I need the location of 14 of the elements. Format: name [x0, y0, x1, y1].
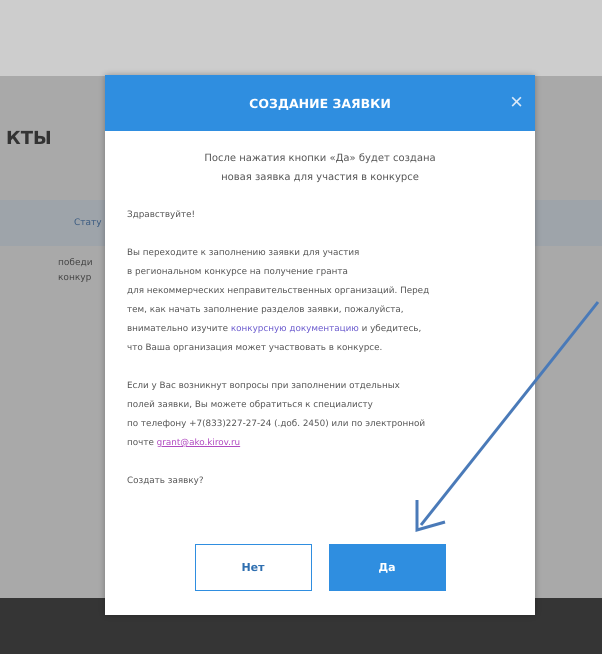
dialog-title: СОЗДАНИЕ ЗАЯВКИ	[249, 96, 391, 110]
close-button[interactable]: ×	[510, 91, 523, 113]
documentation-link[interactable]: конкурсную документацию	[230, 324, 359, 334]
email-link[interactable]: grant@ako.kirov.ru	[156, 438, 240, 448]
question-text: Создать заявку?	[127, 475, 205, 488]
yes-button[interactable]: Да	[328, 544, 446, 591]
contact-paragraph: Если у Вас возникнут вопросы при заполнении отдельных полей заявки, Вы можете обратиться к специалисту по телефону +7(833)227-27-24 (.доб. 2450) или по электронной почте grant@ako.kirov.ru	[127, 380, 426, 450]
page-heading: КТЫ	[6, 128, 52, 151]
table-cell: победи конкур	[58, 258, 93, 284]
intro-text: После нажатия кнопки «Да» будет создана новая заявка для участия в конкурсе	[203, 152, 437, 185]
info-paragraph: Вы переходите к заполнению заявки для участия в региональном конкурсе на получение гранта для некоммерческих неправительственных организаций. Перед тем, как начать заполнение разделов заявки, пожалуйста, внимательно изучите конкурсную документацию и убедитесь, что Ваша организация может участвовать в конкурсе.	[127, 247, 430, 355]
no-button[interactable]: Нет	[194, 544, 312, 591]
column-header: Стату	[74, 218, 102, 228]
greeting-text: Здравствуйте!	[127, 209, 196, 222]
